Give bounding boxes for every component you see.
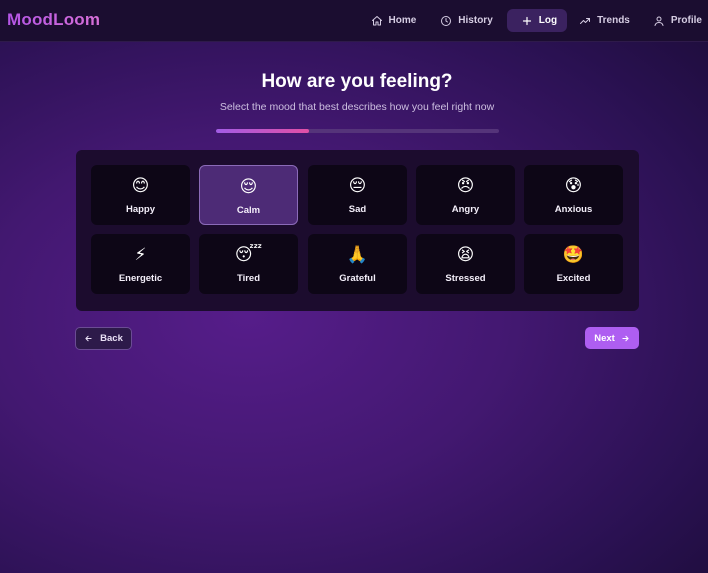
mood-tired-icon: 😴: [234, 245, 263, 264]
mood-grid: 😊 Happy 😌 Calm 😔 Sad 😠 Angry 😰 Anxious ⚡ Energetic 😴…: [76, 150, 639, 311]
mood-option-tired[interactable]: 😴 Tired: [199, 234, 298, 294]
nav-item-profile-label: Profile: [670, 15, 702, 26]
arrow-right-icon: [622, 335, 629, 341]
mood-option-label: Sad: [348, 204, 367, 215]
nav-item-home-label: Home: [388, 15, 417, 26]
mood-excited-icon: 🤩: [562, 245, 585, 264]
mood-grateful-icon: 🙏: [346, 245, 369, 264]
mood-option-label: Energetic: [118, 273, 163, 284]
app-logo[interactable]: MoodLoom: [7, 10, 100, 30]
plus-icon: [522, 16, 531, 25]
next-button[interactable]: Next: [585, 327, 639, 349]
mood-option-sad[interactable]: 😔 Sad: [308, 165, 407, 225]
progress-bar: [216, 129, 499, 133]
mood-option-label: Stressed: [445, 273, 486, 284]
trending-up-icon: [580, 17, 591, 24]
clock-icon: [441, 15, 452, 26]
nav-item-home[interactable]: Home: [363, 9, 425, 32]
mood-stressed-icon: 😫: [456, 245, 475, 264]
nav-links: Home History Log Trends Profile: [363, 9, 708, 32]
mood-option-excited[interactable]: 🤩 Excited: [524, 234, 623, 294]
mood-option-stressed[interactable]: 😫 Stressed: [416, 234, 515, 294]
mood-calm-icon: 😌: [239, 177, 258, 196]
page-title: How are you feeling?: [261, 71, 453, 92]
mood-option-energetic[interactable]: ⚡ Energetic: [91, 234, 190, 294]
back-button[interactable]: Back: [75, 327, 132, 350]
nav-item-log-label: Log: [538, 15, 558, 26]
next-button-label: Next: [594, 332, 615, 344]
user-icon: [654, 16, 664, 26]
back-button-label: Back: [100, 333, 123, 344]
mood-option-label: Angry: [451, 204, 480, 215]
progress-bar-fill: [216, 129, 310, 133]
mood-anxious-icon: 😰: [564, 176, 583, 195]
mood-happy-icon: 😊: [131, 176, 150, 195]
mood-option-grateful[interactable]: 🙏 Grateful: [308, 234, 407, 294]
mood-option-label: Calm: [236, 205, 261, 216]
mood-option-label: Excited: [556, 273, 591, 284]
page-subtitle: Select the mood that best describes how …: [219, 101, 495, 113]
top-navbar: MoodLoom Home History Log Trends Profile: [0, 0, 708, 42]
mood-energetic-icon: ⚡: [134, 245, 147, 264]
nav-item-trends[interactable]: Trends: [571, 9, 638, 32]
mood-option-label: Anxious: [554, 204, 593, 215]
mood-option-happy[interactable]: 😊 Happy: [91, 165, 190, 225]
mood-option-anxious[interactable]: 😰 Anxious: [524, 165, 623, 225]
home-icon: [371, 15, 382, 25]
mood-angry-icon: 😠: [456, 176, 475, 195]
arrow-left-icon: [85, 335, 92, 342]
mood-option-label: Happy: [125, 204, 156, 215]
mood-option-label: Tired: [236, 273, 261, 284]
mood-option-calm[interactable]: 😌 Calm: [199, 165, 298, 225]
nav-item-history[interactable]: History: [432, 9, 500, 32]
mood-option-angry[interactable]: 😠 Angry: [416, 165, 515, 225]
mood-option-label: Grateful: [339, 273, 376, 284]
nav-item-history-label: History: [458, 15, 493, 26]
nav-item-profile[interactable]: Profile: [645, 9, 708, 32]
nav-item-trends-label: Trends: [597, 15, 630, 26]
nav-item-log[interactable]: Log: [506, 9, 568, 32]
mood-sad-icon: 😔: [348, 176, 367, 195]
